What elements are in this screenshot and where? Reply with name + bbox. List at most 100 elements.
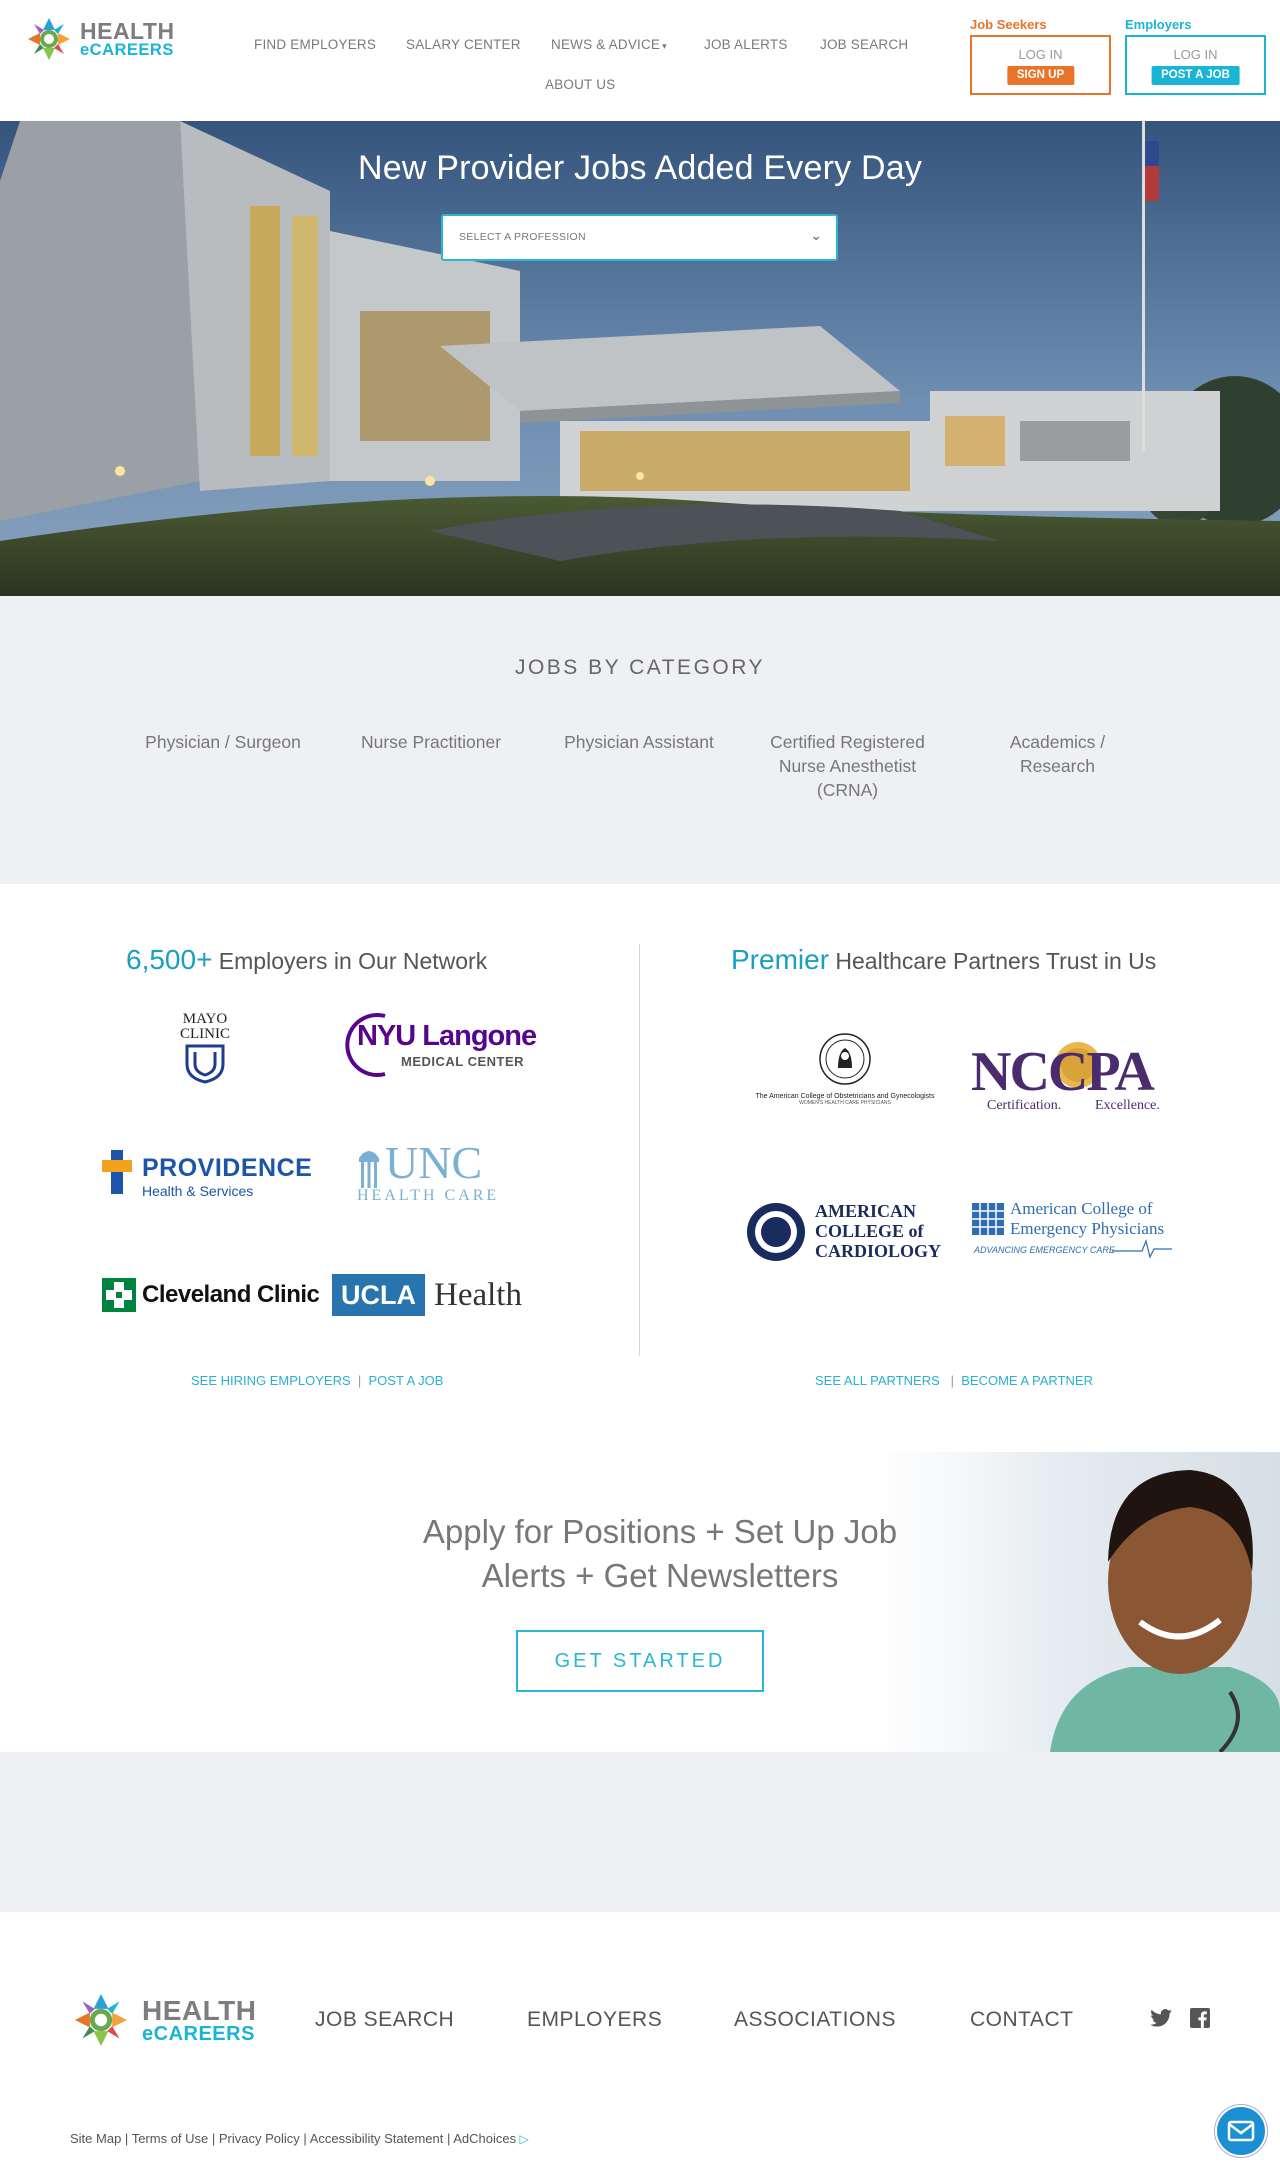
hero-section: New Provider Jobs Added Every Day SELECT… (0, 121, 1280, 596)
nyu-langone-name: NYU Langone (357, 1020, 537, 1052)
adchoices-link[interactable]: AdChoices (453, 2131, 516, 2146)
jobs-by-category-section: JOBS BY CATEGORY Physician / Surgeon Nur… (0, 596, 1280, 884)
logo-text-ecareers: eCAREERS (80, 41, 174, 59)
providence-logo[interactable]: PROVIDENCE Health & Services (102, 1150, 312, 1200)
acc-seal-icon (747, 1203, 805, 1261)
twitter-icon[interactable] (1150, 2009, 1172, 2027)
nav-about-us[interactable]: ABOUT US (545, 77, 615, 92)
cta-message: Apply for Positions + Set Up Job Alerts … (360, 1510, 960, 1598)
acog-logo[interactable]: The American College of Obstetricians an… (745, 1032, 945, 1112)
footer-logo[interactable]: HEALTH eCAREERS (70, 1989, 270, 2053)
employers-network-text: Employers in Our Network (212, 948, 488, 974)
become-a-partner-link[interactable]: BECOME A PARTNER (961, 1373, 1093, 1388)
employers-box: LOG IN POST A JOB (1125, 35, 1266, 95)
acc-line3: CARDIOLOGY (815, 1241, 942, 1261)
category-academics-research[interactable]: Academics / Research (975, 730, 1140, 778)
accessibility-link[interactable]: Accessibility Statement (310, 2131, 444, 2146)
link-separator: | (354, 1373, 365, 1388)
cleveland-cross-icon (102, 1278, 136, 1312)
category-physician-assistant[interactable]: Physician Assistant (549, 730, 729, 754)
see-all-partners-link[interactable]: SEE ALL PARTNERS (815, 1373, 940, 1388)
chevron-down-icon: ⌄ (810, 227, 822, 243)
employers-login-link[interactable]: LOG IN (1127, 47, 1264, 62)
nav-find-employers[interactable]: FIND EMPLOYERS (254, 37, 376, 52)
post-a-job-button[interactable]: POST A JOB (1151, 66, 1240, 85)
footer-nav-employers[interactable]: EMPLOYERS (527, 2008, 662, 2032)
nav-job-search[interactable]: JOB SEARCH (820, 37, 908, 52)
section-divider (639, 944, 640, 1356)
nyu-medical-center: MEDICAL CENTER (401, 1054, 525, 1069)
cleveland-clinic-name: Cleveland Clinic (142, 1281, 320, 1308)
envelope-icon (1227, 2120, 1255, 2142)
partner-links: SEE ALL PARTNERS | BECOME A PARTNER (815, 1373, 1093, 1388)
employers-network-heading: 6,500+ Employers in Our Network (126, 944, 487, 976)
cleveland-clinic-logo[interactable]: Cleveland Clinic (102, 1276, 320, 1316)
acep-line1: American College of (1010, 1199, 1153, 1218)
nav-news-advice-label: NEWS & ADVICE (551, 37, 661, 52)
footer-logo-health: HEALTH (142, 1995, 257, 2026)
footer-nav-associations[interactable]: ASSOCIATIONS (734, 2008, 896, 2032)
chat-button[interactable] (1215, 2105, 1267, 2157)
get-started-button[interactable]: GET STARTED (516, 1630, 764, 1692)
ucla-health-logo[interactable]: UCLA Health (332, 1274, 542, 1318)
providence-subtitle: Health & Services (142, 1183, 254, 1199)
site-logo[interactable]: HEALTH eCAREERS (24, 14, 184, 66)
mayo-clinic-logo[interactable]: MAYO CLINIC (170, 1012, 240, 1092)
category-physician-surgeon[interactable]: Physician / Surgeon (133, 730, 313, 754)
nccpa-certification: Certification. (987, 1098, 1062, 1113)
nurse-photo (900, 1452, 1280, 1752)
privacy-link[interactable]: Privacy Policy (219, 2131, 300, 2146)
acep-logo[interactable]: American College of Emergency Physicians… (972, 1199, 1182, 1265)
nyu-langone-logo[interactable]: NYU Langone MEDICAL CENTER (345, 1012, 537, 1078)
partners-heading: Premier Healthcare Partners Trust in Us (731, 944, 1156, 976)
cta-section: Apply for Positions + Set Up Job Alerts … (0, 1452, 1280, 1752)
nav-job-alerts[interactable]: JOB ALERTS (704, 37, 788, 52)
category-nurse-practitioner[interactable]: Nurse Practitioner (341, 730, 521, 754)
terms-link[interactable]: Terms of Use (132, 2131, 209, 2146)
acog-seal-icon (819, 1033, 871, 1085)
site-map-link[interactable]: Site Map (70, 2131, 121, 2146)
job-seekers-box: LOG IN SIGN UP (970, 35, 1111, 95)
legal-sep: | (299, 2131, 310, 2146)
facebook-icon[interactable] (1190, 2008, 1210, 2028)
see-hiring-employers-link[interactable]: SEE HIRING EMPLOYERS (191, 1373, 351, 1388)
acep-pulse-icon (1112, 1239, 1172, 1259)
job-seekers-login-link[interactable]: LOG IN (972, 47, 1109, 62)
acep-grid-icon (972, 1203, 1004, 1235)
caret-down-icon: ▾ (662, 41, 667, 51)
site-footer: HEALTH eCAREERS JOB SEARCH EMPLOYERS ASS… (0, 1912, 1280, 2170)
nccpa-logo[interactable]: NCCPA Certification. Excellence. (971, 1040, 1181, 1113)
ucla-health-text: Health (434, 1277, 522, 1313)
link-separator: | (943, 1373, 958, 1388)
mayo-shield-icon (185, 1044, 225, 1084)
footer-nav-job-search[interactable]: JOB SEARCH (315, 2008, 454, 2032)
hero-hospital-image (0, 121, 1280, 596)
unc-health-care: HEALTH CARE (357, 1187, 500, 1204)
acep-tagline: ADVANCING EMERGENCY CARE (974, 1245, 1115, 1255)
footer-nav-contact[interactable]: CONTACT (970, 2008, 1073, 2032)
legal-sep: | (443, 2131, 454, 2146)
profession-select[interactable]: SELECT A PROFESSION ⌄ (441, 214, 838, 261)
acc-logo[interactable]: AMERICAN COLLEGE of CARDIOLOGY (745, 1199, 950, 1265)
adchoices-icon: ▷ (516, 2132, 529, 2146)
footer-logo-ecareers: eCAREERS (142, 2023, 255, 2045)
logo-mark-icon (28, 18, 70, 60)
nccpa-excellence: Excellence. (1095, 1098, 1160, 1113)
site-header: HEALTH eCAREERS FIND EMPLOYERS SALARY CE… (0, 0, 1280, 121)
acc-line1: AMERICAN (815, 1201, 916, 1221)
nav-news-advice[interactable]: NEWS & ADVICE ▾ (551, 37, 667, 52)
mayo-clinic-name: MAYO CLINIC (180, 1011, 230, 1042)
sign-up-button[interactable]: SIGN UP (1006, 66, 1075, 85)
unc-health-logo[interactable]: UNC HEALTH CARE (355, 1140, 525, 1206)
partners-text: Healthcare Partners Trust in Us (829, 948, 1157, 974)
job-seekers-label: Job Seekers (970, 17, 1047, 32)
logo-text-health: HEALTH (80, 18, 175, 44)
ucla-badge: UCLA (332, 1274, 425, 1316)
nav-salary-center[interactable]: SALARY CENTER (406, 37, 521, 52)
acog-subtitle: WOMEN'S HEALTH CARE PHYSICIANS (799, 1100, 891, 1106)
employers-count: 6,500+ (126, 944, 213, 975)
employers-label: Employers (1125, 17, 1192, 32)
post-a-job-link[interactable]: POST A JOB (369, 1373, 444, 1388)
category-crna[interactable]: Certified Registered Nurse Anesthetist (… (755, 730, 940, 802)
employer-links: SEE HIRING EMPLOYERS | POST A JOB (191, 1373, 443, 1388)
